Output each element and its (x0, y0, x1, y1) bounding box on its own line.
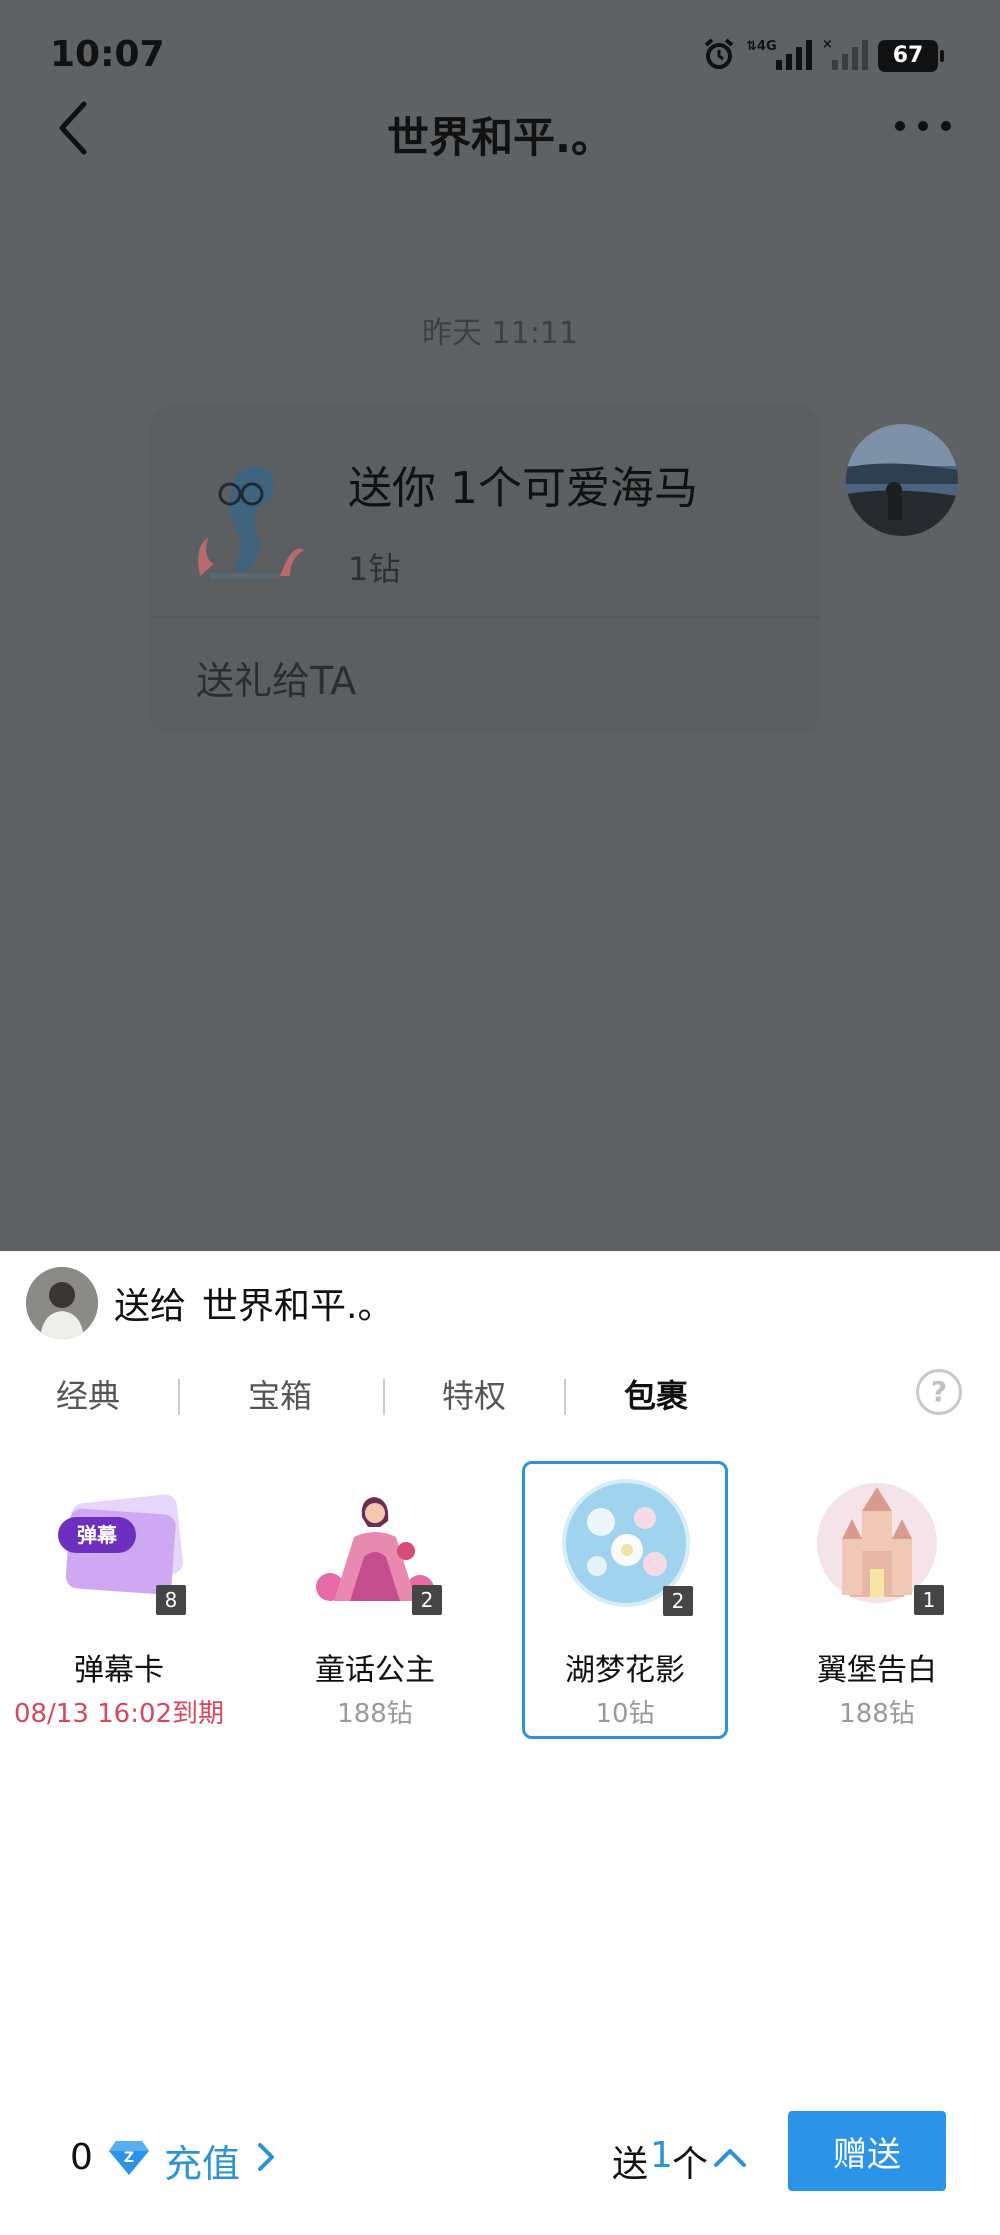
gift-item-lake-dream-flower[interactable]: 2 湖梦花影 10钻 (522, 1461, 728, 1739)
divider (150, 616, 820, 618)
seahorse-gift-image (180, 446, 310, 586)
gift-count-badge: 8 (156, 1585, 186, 1615)
divider (564, 1379, 566, 1415)
avatar[interactable] (846, 424, 958, 536)
gift-count-badge: 2 (412, 1585, 442, 1615)
svg-text:Z: Z (124, 2150, 134, 2166)
gift-count-badge: 2 (663, 1586, 693, 1616)
chevron-right-icon[interactable] (252, 2141, 280, 2173)
gift-item-fairy-princess[interactable]: 2 童话公主 188钻 (272, 1461, 478, 1739)
svg-text:弹幕: 弹幕 (77, 1523, 118, 1547)
tab-privilege[interactable]: 特权 (442, 1371, 506, 1417)
gift-expiry: 08/13 16:02到期 (13, 1699, 225, 1729)
gift-category-tabs: 经典 宝箱 特权 包裹 ? (0, 1369, 1000, 1431)
gift-price: 188钻 (839, 1699, 915, 1729)
recipient-name: 世界和平.。 (202, 1286, 394, 1327)
gift-panel: 送给 世界和平.。 经典 宝箱 特权 包裹 ? 弹幕 8 弹幕卡 08/13 1… (0, 1251, 1000, 2235)
gift-panel-footer: 0 Z 充值 送 1 个 赠送 (0, 2111, 1000, 2211)
gift-count-badge: 1 (914, 1585, 944, 1615)
page-title: 世界和平.。 (387, 113, 613, 162)
chat-background: 10:07 ⇅4G × 67 世界和平.。 昨天 11:11 送你 1个可爱海马… (0, 0, 1000, 1251)
gift-message-card[interactable]: 送你 1个可爱海马 1钻 送礼给TA (150, 406, 820, 734)
chevron-up-icon[interactable] (712, 2143, 748, 2171)
gift-card-title: 送你 1个可爱海马 (348, 463, 698, 514)
gift-name: 湖梦花影 (565, 1653, 685, 1688)
tab-classic[interactable]: 经典 (56, 1371, 120, 1417)
help-icon[interactable]: ? (916, 1369, 962, 1415)
recharge-link[interactable]: 充值 (164, 2133, 240, 2188)
gift-panel-header: 送给 世界和平.。 (26, 1265, 393, 1341)
gift-name: 翼堡告白 (817, 1653, 937, 1688)
gift-card-price: 1钻 (348, 550, 401, 588)
gift-name: 童话公主 (315, 1653, 435, 1688)
send-gift-button[interactable]: 赠送 (788, 2111, 946, 2191)
svg-text:⇅4G: ⇅4G (746, 39, 777, 54)
quantity-unit: 个 (672, 2144, 709, 2185)
message-timestamp: 昨天 11:11 (422, 316, 578, 351)
status-time: 10:07 (50, 34, 165, 75)
svg-text:×: × (822, 37, 833, 52)
gift-card-header: 送你 1个可爱海马 1钻 (150, 406, 820, 616)
gift-price: 10钻 (595, 1699, 655, 1729)
status-icons: ⇅4G × 67 (702, 36, 944, 76)
diamond-icon: Z (108, 2137, 150, 2177)
avatar (26, 1267, 98, 1339)
divider (178, 1379, 180, 1415)
nav-bar: 世界和平.。 (0, 88, 1000, 168)
alarm-icon (702, 37, 736, 75)
gift-price: 188钻 (337, 1699, 413, 1729)
signal-4g-icon: ⇅4G (746, 36, 812, 76)
tab-treasure-box[interactable]: 宝箱 (248, 1371, 312, 1417)
tab-package[interactable]: 包裹 (624, 1371, 688, 1417)
signal-empty-icon: × (822, 36, 868, 76)
quantity-selector[interactable]: 1 (650, 2135, 673, 2176)
divider (383, 1379, 385, 1415)
gift-name: 弹幕卡 (74, 1653, 164, 1688)
gift-item-danmaku-card[interactable]: 弹幕 8 弹幕卡 08/13 16:02到期 (14, 1461, 224, 1739)
send-to-label: 送给 (114, 1286, 187, 1327)
quantity-prefix: 送 (612, 2144, 649, 2185)
gift-item-wing-castle-confession[interactable]: 1 翼堡告白 188钻 (774, 1461, 980, 1739)
send-gift-back-link[interactable]: 送礼给TA (196, 650, 356, 705)
battery-icon: 67 (878, 40, 944, 72)
more-options-icon[interactable] (890, 106, 960, 146)
diamond-balance: 0 (70, 2137, 93, 2178)
